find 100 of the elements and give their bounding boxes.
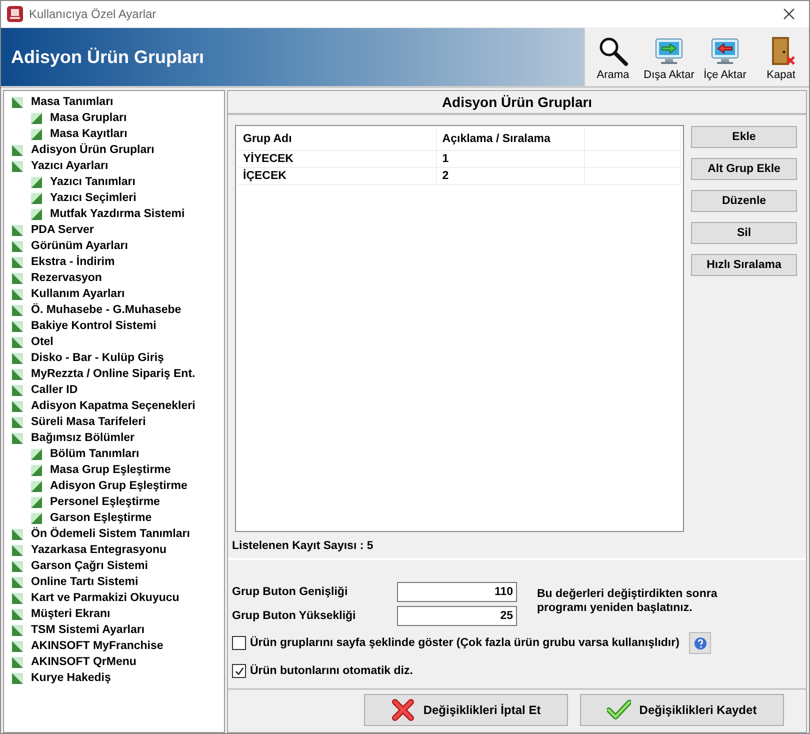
tree-item[interactable]: Masa Grupları [31, 110, 127, 126]
tree-item[interactable]: Yazıcı Tanımları [31, 174, 136, 190]
node-icon [31, 192, 42, 204]
tree-item[interactable]: MyRezzta / Online Sipariş Ent. [12, 366, 196, 382]
tree-item[interactable]: Müşteri Ekranı [12, 606, 110, 622]
tree-item[interactable]: Garson Çağrı Sistemi [12, 558, 148, 574]
node-icon [12, 400, 23, 412]
checkbox-label: Ürün butonlarını otomatik diz. [250, 665, 413, 677]
tree-item[interactable]: Bakiye Kontrol Sistemi [12, 318, 156, 334]
node-icon [12, 624, 23, 636]
tree-item[interactable]: Bölüm Tanımları [31, 446, 140, 462]
tree-item[interactable]: Yazarkasa Entegrasyonu [12, 542, 167, 558]
tree-item[interactable]: Adisyon Kapatma Seçenekleri [12, 398, 196, 414]
node-icon [12, 544, 23, 556]
node-icon [12, 288, 23, 300]
node-icon [12, 368, 23, 380]
tree-item[interactable]: Ö. Muhasebe - G.Muhasebe [12, 302, 182, 318]
checkbox[interactable] [232, 664, 246, 678]
footer-button[interactable]: Değişiklikleri İptal Et [364, 694, 568, 726]
action-button[interactable]: Hızlı Sıralama [691, 254, 797, 276]
column-header[interactable]: Grup Adı [238, 128, 438, 150]
tree-item[interactable]: Süreli Masa Tarifeleri [12, 414, 146, 430]
node-icon [12, 592, 23, 604]
node-icon [31, 448, 42, 460]
node-icon [12, 320, 23, 332]
tree-item[interactable]: Görünüm Ayarları [12, 238, 128, 254]
tree-item[interactable]: Masa Kayıtları [31, 126, 128, 142]
node-icon [12, 384, 23, 396]
action-button[interactable]: Alt Grup Ekle [691, 158, 797, 180]
tree-item[interactable]: Personel Eşleştirme [31, 494, 160, 510]
node-icon [12, 224, 23, 236]
app-icon [7, 6, 23, 22]
tree-item[interactable]: Otel [12, 334, 54, 350]
tree-item[interactable]: Kart ve Parmakizi Okuyucu [12, 590, 180, 606]
tree-item[interactable]: Masa Tanımları [12, 94, 114, 110]
tree-item[interactable]: Adisyon Ürün Grupları [12, 142, 154, 158]
node-icon [12, 608, 23, 620]
checkmark-icon [607, 698, 632, 722]
toolbar-button[interactable]: Arama [585, 28, 641, 86]
tree-item[interactable]: Ön Ödemeli Sistem Tanımları [12, 526, 190, 542]
node-icon [12, 304, 23, 316]
help-icon [694, 636, 707, 650]
toolbar-button[interactable]: İçe Aktar [697, 28, 753, 86]
node-icon [12, 272, 23, 284]
tree-item[interactable]: PDA Server [12, 222, 94, 238]
tree-item[interactable]: Yazıcı Seçimleri [31, 190, 136, 206]
tree-item[interactable]: AKINSOFT QrMenu [12, 654, 136, 670]
table-cell: YİYECEK [238, 151, 438, 167]
tree-item[interactable]: Rezervasyon [12, 270, 102, 286]
table-cell: 1 [437, 151, 586, 167]
node-icon [12, 240, 23, 252]
field-label: Grup Buton Genişliği [232, 586, 349, 598]
footer-button[interactable]: Değişiklikleri Kaydet [580, 694, 784, 726]
table-cell: 2 [437, 168, 586, 184]
node-icon [12, 560, 23, 572]
help-button[interactable] [689, 632, 712, 654]
tree-item[interactable]: Online Tartı Sistemi [12, 574, 138, 590]
tree-item[interactable]: TSM Sistemi Ayarları [12, 622, 145, 638]
table-cell: İÇECEK [238, 168, 438, 184]
tree-item[interactable]: Bağımsız Bölümler [12, 430, 135, 446]
restart-note: Bu değerleri değiştirdikten sonra programı yeniden başlatınız. [537, 587, 718, 616]
tree-item[interactable]: Mutfak Yazdırma Sistemi [31, 206, 185, 222]
node-icon [31, 176, 42, 188]
tree-item[interactable]: Adisyon Grup Eşleştirme [31, 478, 188, 494]
tree-item[interactable]: Caller ID [12, 382, 78, 398]
node-icon [12, 144, 23, 156]
tree-item[interactable]: Yazıcı Ayarları [12, 158, 108, 174]
window-title: Kullanıcıya Özel Ayarlar [29, 7, 158, 21]
node-icon [12, 672, 23, 684]
tree-item[interactable]: Ekstra - İndirim [12, 254, 115, 270]
action-button[interactable]: Ekle [691, 126, 797, 148]
toolbar-button[interactable]: Dışa Aktar [641, 28, 697, 86]
checkbox[interactable] [232, 636, 246, 650]
node-icon [12, 256, 23, 268]
tree-item[interactable]: Disko - Bar - Kulüp Giriş [12, 350, 164, 366]
node-icon [31, 496, 42, 508]
tree-item[interactable]: Kurye Hakediş [12, 670, 111, 686]
tree-item[interactable]: Masa Grup Eşleştirme [31, 462, 171, 478]
close-icon[interactable] [783, 8, 795, 20]
number-field[interactable]: 25 [397, 606, 517, 626]
node-icon [31, 464, 42, 476]
node-icon [12, 416, 23, 428]
column-header[interactable]: Açıklama / Sıralama [437, 128, 586, 150]
tree-item[interactable]: Garson Eşleştirme [31, 510, 152, 526]
node-icon [12, 96, 23, 108]
field-label: Grup Buton Yüksekliği [232, 610, 357, 622]
node-icon [12, 352, 23, 364]
toolbar-button[interactable]: Kapat [753, 28, 809, 86]
action-button[interactable]: Düzenle [691, 190, 797, 212]
number-field[interactable]: 110 [397, 582, 517, 602]
node-icon [12, 656, 23, 668]
node-icon [12, 432, 23, 444]
action-button[interactable]: Sil [691, 222, 797, 244]
tree-item[interactable]: Kullanım Ayarları [12, 286, 125, 302]
header-title: Adisyon Ürün Grupları [11, 46, 204, 68]
panel-title: Adisyon Ürün Grupları [228, 91, 806, 115]
cross-icon [391, 698, 416, 722]
node-icon [12, 576, 23, 588]
tree-item[interactable]: AKINSOFT MyFranchise [12, 638, 164, 654]
node-icon [31, 512, 42, 524]
